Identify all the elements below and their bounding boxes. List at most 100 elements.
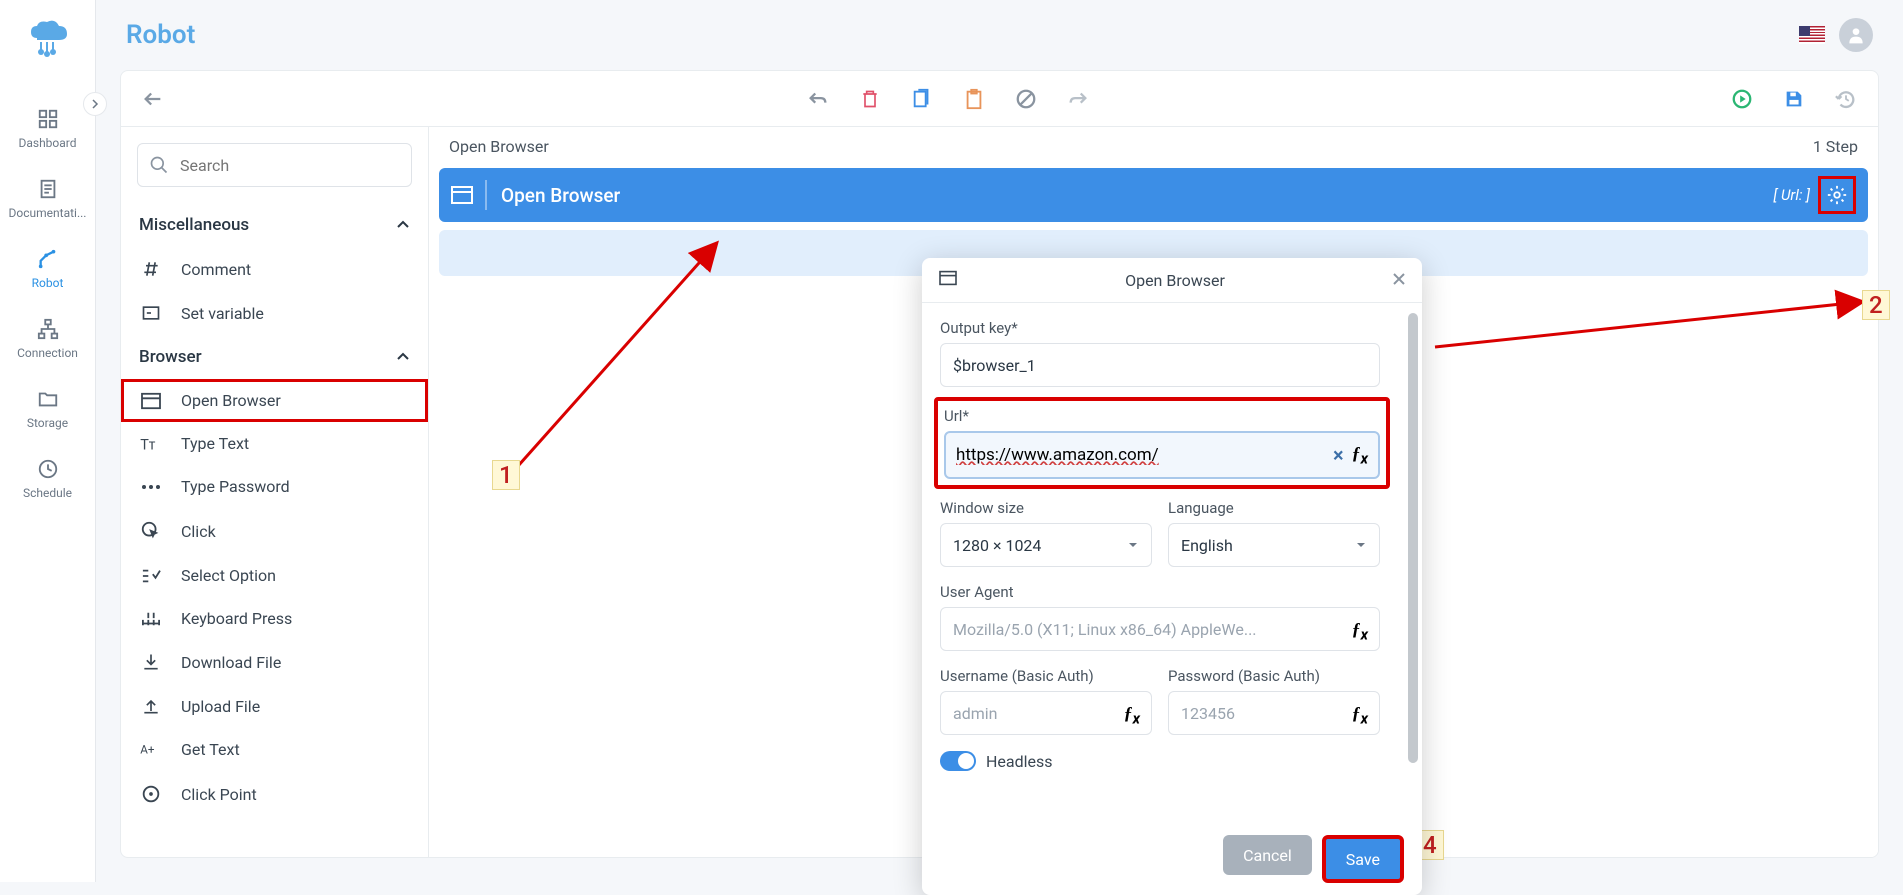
sidebar-collapse-button[interactable] bbox=[83, 92, 107, 116]
step-palette: Miscellaneous Comment Set variable bbox=[121, 127, 429, 857]
nav-schedule[interactable]: Schedule bbox=[0, 444, 95, 514]
palette-item-label: Download File bbox=[181, 653, 281, 672]
fx-icon[interactable]: ƒx bbox=[1352, 703, 1368, 728]
delete-button[interactable] bbox=[858, 87, 882, 111]
group-header-misc[interactable]: Miscellaneous bbox=[121, 203, 428, 247]
palette-item-label: Upload File bbox=[181, 697, 260, 716]
browser-window-icon bbox=[439, 180, 487, 210]
user-agent-label: User Agent bbox=[940, 583, 1380, 601]
canvas-title: Open Browser bbox=[449, 137, 549, 156]
variable-icon bbox=[139, 303, 163, 323]
undo-button[interactable] bbox=[806, 87, 830, 111]
search-input[interactable] bbox=[137, 143, 412, 187]
step-count: 1 Step bbox=[1813, 137, 1858, 156]
play-circle-icon bbox=[1731, 88, 1753, 110]
palette-item-open-browser[interactable]: Open Browser bbox=[121, 379, 428, 422]
username-input[interactable] bbox=[940, 691, 1152, 735]
run-button[interactable] bbox=[1730, 87, 1754, 111]
download-icon bbox=[139, 652, 163, 672]
fx-icon[interactable]: ƒx bbox=[1124, 703, 1140, 728]
annotation-2: 2 bbox=[1862, 290, 1890, 320]
hash-icon bbox=[139, 259, 163, 279]
palette-item-select-option[interactable]: Select Option bbox=[121, 554, 428, 597]
headless-toggle[interactable] bbox=[940, 751, 976, 771]
window-size-select[interactable]: 1280 × 1024 bbox=[940, 523, 1152, 567]
redo-button[interactable] bbox=[1066, 87, 1090, 111]
step-open-browser[interactable]: Open Browser [ Url: ] bbox=[439, 168, 1868, 222]
palette-item-click-point[interactable]: Click Point bbox=[121, 771, 428, 817]
password-input[interactable] bbox=[1168, 691, 1380, 735]
palette-item-label: Get Text bbox=[181, 740, 240, 759]
nav-label: Connection bbox=[17, 346, 78, 360]
palette-item-type-password[interactable]: Type Password bbox=[121, 465, 428, 508]
header: Robot bbox=[96, 0, 1903, 70]
nav-connection[interactable]: Connection bbox=[0, 304, 95, 374]
fx-icon[interactable]: ƒx bbox=[1352, 443, 1368, 468]
paste-button[interactable] bbox=[962, 87, 986, 111]
nav-robot[interactable]: Robot bbox=[0, 234, 95, 304]
output-key-label: Output key* bbox=[940, 319, 1380, 337]
trash-icon bbox=[860, 88, 880, 110]
save-icon bbox=[1783, 88, 1805, 110]
cancel-button[interactable]: Cancel bbox=[1223, 835, 1312, 875]
language-label: Language bbox=[1168, 499, 1380, 517]
step-settings-button[interactable] bbox=[1818, 176, 1856, 214]
language-value: English bbox=[1181, 536, 1233, 555]
palette-item-set-variable[interactable]: Set variable bbox=[121, 291, 428, 335]
gear-icon bbox=[1826, 184, 1848, 206]
step-settings-modal: Open Browser Output key* Url* × ƒx Windo… bbox=[922, 258, 1422, 895]
save-button[interactable] bbox=[1782, 87, 1806, 111]
palette-item-type-text[interactable]: Tᴛ Type Text bbox=[121, 422, 428, 465]
copy-button[interactable] bbox=[910, 87, 934, 111]
language-select[interactable]: English bbox=[1168, 523, 1380, 567]
chevron-up-icon bbox=[396, 350, 410, 364]
page-title: Robot bbox=[126, 20, 1799, 50]
fx-icon[interactable]: ƒx bbox=[1352, 619, 1368, 644]
ban-icon bbox=[1015, 88, 1037, 110]
user-icon bbox=[1846, 25, 1866, 45]
palette-item-comment[interactable]: Comment bbox=[121, 247, 428, 291]
palette-item-download-file[interactable]: Download File bbox=[121, 640, 428, 684]
user-agent-input[interactable] bbox=[940, 607, 1380, 651]
nav-label: Robot bbox=[32, 276, 64, 290]
palette-item-keyboard-press[interactable]: Keyboard Press bbox=[121, 597, 428, 640]
output-key-input[interactable] bbox=[940, 343, 1380, 387]
window-size-value: 1280 × 1024 bbox=[953, 536, 1041, 555]
modal-close-button[interactable] bbox=[1392, 271, 1406, 290]
back-button[interactable] bbox=[141, 87, 165, 111]
document-icon bbox=[37, 178, 59, 200]
modal-title: Open Browser bbox=[958, 271, 1392, 290]
arrow-left-icon bbox=[142, 88, 164, 110]
logo-icon bbox=[25, 20, 71, 64]
modal-scrollbar[interactable] bbox=[1408, 313, 1418, 763]
avatar[interactable] bbox=[1839, 18, 1873, 52]
nav-dashboard[interactable]: Dashboard bbox=[0, 94, 95, 164]
url-clear-button[interactable]: × bbox=[1333, 443, 1344, 467]
close-icon bbox=[1392, 272, 1406, 286]
type-text-icon: Tᴛ bbox=[139, 435, 163, 453]
toolbar bbox=[121, 71, 1878, 127]
palette-item-label: Set variable bbox=[181, 304, 264, 323]
caret-down-icon bbox=[1355, 539, 1367, 551]
palette-item-get-text[interactable]: A+ Get Text bbox=[121, 728, 428, 771]
click-point-icon bbox=[139, 783, 163, 805]
save-button[interactable]: Save bbox=[1322, 835, 1404, 883]
get-text-icon: A+ bbox=[139, 741, 163, 759]
group-header-browser[interactable]: Browser bbox=[121, 335, 428, 379]
nav-documentation[interactable]: Documentati... bbox=[0, 164, 95, 234]
chevron-up-icon bbox=[396, 218, 410, 232]
nav-label: Storage bbox=[27, 416, 68, 430]
step-meta: [ Url: ] bbox=[1773, 186, 1810, 204]
nav-label: Documentati... bbox=[9, 206, 87, 220]
url-label: Url* bbox=[944, 407, 1380, 425]
robot-arm-icon bbox=[37, 248, 59, 270]
redo-icon bbox=[1067, 88, 1089, 110]
nav-storage[interactable]: Storage bbox=[0, 374, 95, 444]
disable-button[interactable] bbox=[1014, 87, 1038, 111]
url-input[interactable] bbox=[956, 445, 1325, 465]
copy-icon bbox=[911, 88, 933, 110]
flag-us-icon[interactable] bbox=[1799, 26, 1825, 44]
history-button[interactable] bbox=[1834, 87, 1858, 111]
palette-item-upload-file[interactable]: Upload File bbox=[121, 684, 428, 728]
palette-item-click[interactable]: Click bbox=[121, 508, 428, 554]
